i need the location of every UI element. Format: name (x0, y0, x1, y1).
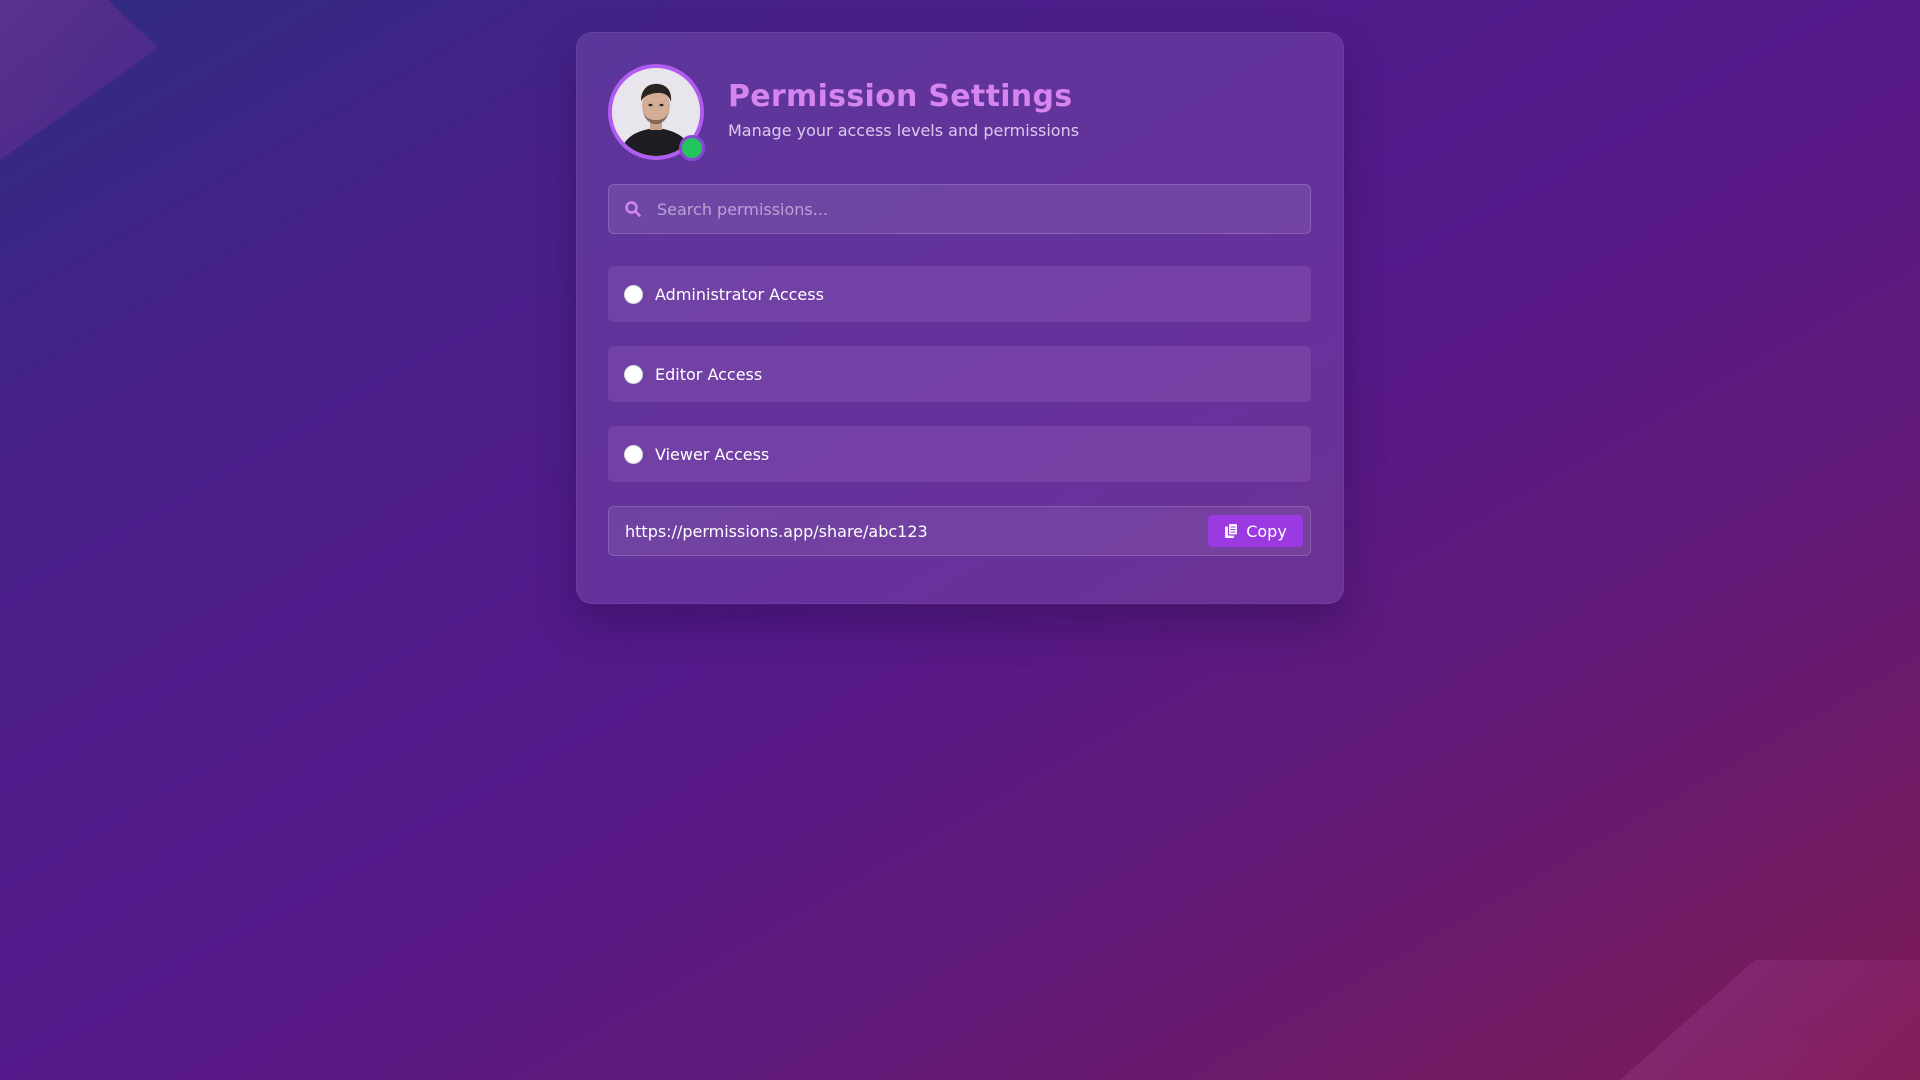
copy-button-label: Copy (1246, 521, 1287, 541)
permission-settings-card: Permission Settings Manage your access l… (576, 32, 1344, 604)
permission-option-label: Viewer Access (655, 444, 770, 464)
avatar-container (608, 64, 705, 161)
search-box (608, 184, 1311, 234)
page-subtitle: Manage your access levels and permission… (728, 121, 1080, 140)
profile-header: Permission Settings Manage your access l… (608, 64, 1311, 161)
background-decoration-top-left (0, 0, 159, 160)
share-url: https://permissions.app/share/abc123 (625, 521, 928, 541)
copy-icon (1225, 523, 1239, 538)
background-decoration-bottom-right (1620, 960, 1920, 1080)
permission-option-viewer[interactable]: Viewer Access (608, 426, 1311, 482)
radio-button[interactable] (624, 364, 643, 384)
permission-options: Administrator Access Editor Access Viewe… (608, 266, 1311, 482)
online-status-indicator (679, 135, 705, 161)
radio-button[interactable] (624, 284, 643, 304)
radio-button[interactable] (624, 444, 643, 464)
permission-option-administrator[interactable]: Administrator Access (608, 266, 1311, 322)
header-titles: Permission Settings Manage your access l… (728, 78, 1079, 142)
permission-option-label: Editor Access (655, 364, 763, 384)
permission-option-label: Administrator Access (655, 284, 824, 304)
search-input[interactable] (657, 185, 1310, 233)
copy-button[interactable]: Copy (1208, 515, 1303, 547)
page-title: Permission Settings (728, 79, 1073, 114)
permission-option-editor[interactable]: Editor Access (608, 346, 1311, 402)
share-link-box: https://permissions.app/share/abc123 Cop… (608, 506, 1311, 556)
search-icon (625, 201, 641, 217)
